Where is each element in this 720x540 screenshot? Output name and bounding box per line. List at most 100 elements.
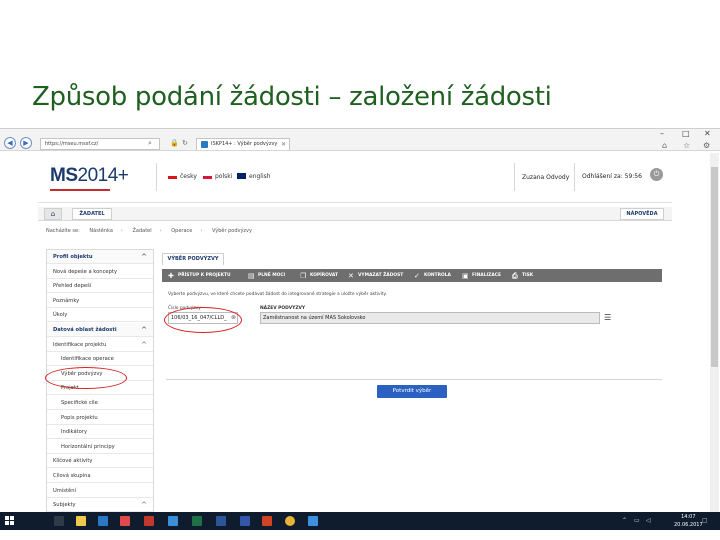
clock[interactable]: 14:07 20.06.2017 xyxy=(674,513,703,529)
refresh-icon[interactable]: ↻ xyxy=(182,139,188,147)
toolbar-button[interactable]: ✚ PŘÍSTUP K PROJEKTU xyxy=(168,269,231,282)
sidebar-item[interactable]: Klíčové aktivity xyxy=(47,454,153,469)
clock-date: 20.06.2017 xyxy=(674,522,703,528)
breadcrumb-item[interactable]: Nástěnka xyxy=(89,228,113,234)
uk-flag-icon xyxy=(237,173,246,179)
favorites-icon[interactable]: ☆ xyxy=(683,141,690,150)
app-icon[interactable] xyxy=(144,516,154,526)
lock-icon: 🔒 xyxy=(170,139,179,147)
excel-icon[interactable] xyxy=(192,516,202,526)
lang-czech[interactable]: česky xyxy=(168,173,197,180)
sidebar-item[interactable]: Cílová skupina xyxy=(47,469,153,483)
toolbar-button-label: PŘÍSTUP K PROJEKTU xyxy=(178,273,231,278)
logout-timer[interactable]: Odhlášení za: 59:56 xyxy=(582,173,642,180)
user-name[interactable]: Zuzana Odvody xyxy=(522,174,569,181)
word-icon[interactable] xyxy=(216,516,226,526)
store-icon[interactable] xyxy=(120,516,130,526)
finalize-icon: ▣ xyxy=(462,272,469,280)
chevron-up-icon[interactable]: ^ xyxy=(141,250,147,264)
notifications-icon[interactable]: ▢ xyxy=(702,517,708,524)
toolbar-button[interactable]: ⎙ TISK xyxy=(512,269,533,282)
site-icon xyxy=(201,141,208,148)
menu-help[interactable]: NÁPOVĚDA xyxy=(620,208,664,220)
close-window-icon[interactable]: ✕ xyxy=(704,129,711,138)
list-picker-icon[interactable]: ☰ xyxy=(604,314,613,322)
menu-zadatel[interactable]: ŽADATEL xyxy=(72,208,112,220)
cortana-icon[interactable] xyxy=(54,516,64,526)
maximize-icon[interactable]: □ xyxy=(682,129,690,138)
tab-vyber-podvyzvy[interactable]: VÝBĚR PODVÝZVY xyxy=(162,253,224,265)
home-icon[interactable]: ⌂ xyxy=(44,208,62,220)
breadcrumb: Nacházíte se: Nástěnka › Žadatel › Operace… xyxy=(46,228,252,234)
network-icon[interactable]: ▭ xyxy=(634,517,640,524)
forward-icon[interactable]: ▶ xyxy=(20,137,32,149)
sidebar-item[interactable]: Subjekty ^ xyxy=(47,498,153,513)
scroll-thumb[interactable] xyxy=(711,167,718,367)
chrome-icon[interactable] xyxy=(285,516,295,526)
tray-arrow-icon[interactable]: ⌃ xyxy=(622,517,627,524)
polish-flag-icon xyxy=(203,173,212,179)
home-icon[interactable]: ⌂ xyxy=(662,141,667,150)
confirm-selection-button[interactable]: Potvrdit výběr xyxy=(377,385,447,398)
close-tab-icon[interactable]: ✕ xyxy=(281,139,286,150)
volume-icon[interactable]: ◁ xyxy=(646,517,651,524)
toolbar-button[interactable]: ❐ KOPÍROVAT xyxy=(300,269,338,282)
highlight-oval-field xyxy=(164,307,242,333)
lang-english[interactable]: english xyxy=(237,173,271,180)
sidebar-item-label: Úkoly xyxy=(53,312,68,319)
toolbar-button[interactable]: ▤ PLNÉ MOCI xyxy=(248,269,285,282)
internet-explorer-icon[interactable] xyxy=(308,516,318,526)
sidebar-item[interactable]: Identifikace projektu ^ xyxy=(47,338,153,352)
settings-icon[interactable]: ⚙ xyxy=(703,141,710,150)
ms2014-logo: MS2014+ xyxy=(50,165,129,186)
sidebar-item[interactable]: Profil objektu ^ xyxy=(47,250,153,264)
sidebar-item-label: Nová depeše a koncepty xyxy=(53,268,118,275)
sidebar-item-label: Poznámky xyxy=(53,297,80,304)
windows-start-icon[interactable] xyxy=(5,516,14,525)
sidebar-item[interactable]: Úkoly xyxy=(47,308,153,323)
toolbar-button[interactable]: ✕ VYMAZAT ŽÁDOST xyxy=(348,269,403,282)
sidebar-item[interactable]: Přehled depeší xyxy=(47,279,153,294)
toolbar-button[interactable]: ✓ KONTROLA xyxy=(414,269,451,282)
breadcrumb-item[interactable]: Operace xyxy=(171,228,192,234)
sidebar-item[interactable]: Popis projektu xyxy=(47,411,153,425)
power-icon[interactable]: ⏻ xyxy=(650,168,663,181)
check-icon: ✓ xyxy=(414,272,420,280)
sidebar-item[interactable]: Datová oblast žádosti ^ xyxy=(47,323,153,337)
toolbar-button-label: VYMAZAT ŽÁDOST xyxy=(358,273,404,278)
copy-icon: ❐ xyxy=(300,272,307,280)
sidebar-item[interactable]: Umístění xyxy=(47,484,153,498)
app-icon[interactable] xyxy=(168,516,178,526)
slide-title: Způsob podání žádosti – založení žádosti xyxy=(32,82,552,112)
label-nazev-podvyzvy: NÁZEV PODVÝZVY xyxy=(260,306,306,311)
highlight-oval-sidebar xyxy=(45,367,127,389)
powerpoint-icon[interactable] xyxy=(262,516,272,526)
address-bar[interactable]: https://mseu.mssf.cz/ xyxy=(40,138,160,150)
czech-flag-icon xyxy=(168,173,177,179)
toolbar-button-label: TISK xyxy=(522,273,534,278)
sidebar-item-label: Identifikace operace xyxy=(61,356,114,363)
sidebar-item[interactable]: Indikátory xyxy=(47,425,153,440)
browser-tab[interactable]: ISKP14+ : Výběr podvýzvy ✕ xyxy=(196,138,290,150)
header-divider xyxy=(156,163,157,191)
breadcrumb-item[interactable]: Žadatel xyxy=(132,228,151,234)
sidebar-item[interactable]: Nová depeše a koncepty xyxy=(47,265,153,279)
minimize-icon[interactable]: – xyxy=(660,129,664,138)
toolbar-button[interactable]: ▣ FINALIZACE xyxy=(462,269,501,282)
sidebar-item[interactable]: Identifikace operace xyxy=(47,352,153,367)
app-icon[interactable] xyxy=(240,516,250,526)
back-icon[interactable]: ◀ xyxy=(4,137,16,149)
sidebar-item-label: Popis projektu xyxy=(61,414,98,421)
chevron-up-icon[interactable]: ^ xyxy=(141,338,147,352)
chevron-up-icon[interactable]: ^ xyxy=(141,323,147,337)
edge-icon[interactable] xyxy=(98,516,108,526)
sidebar-item[interactable]: Horizontální principy xyxy=(47,440,153,454)
chevron-up-icon[interactable]: ^ xyxy=(141,498,147,512)
sidebar-item[interactable]: Specifické cíle xyxy=(47,396,153,410)
file-explorer-icon[interactable] xyxy=(76,516,86,526)
lang-polish[interactable]: polski xyxy=(203,173,232,180)
scrollbar[interactable] xyxy=(710,153,719,513)
sidebar-item[interactable]: Poznámky xyxy=(47,294,153,308)
search-icon[interactable]: ⌕ xyxy=(148,139,152,148)
toolbar-button-label: PLNÉ MOCI xyxy=(258,273,286,278)
